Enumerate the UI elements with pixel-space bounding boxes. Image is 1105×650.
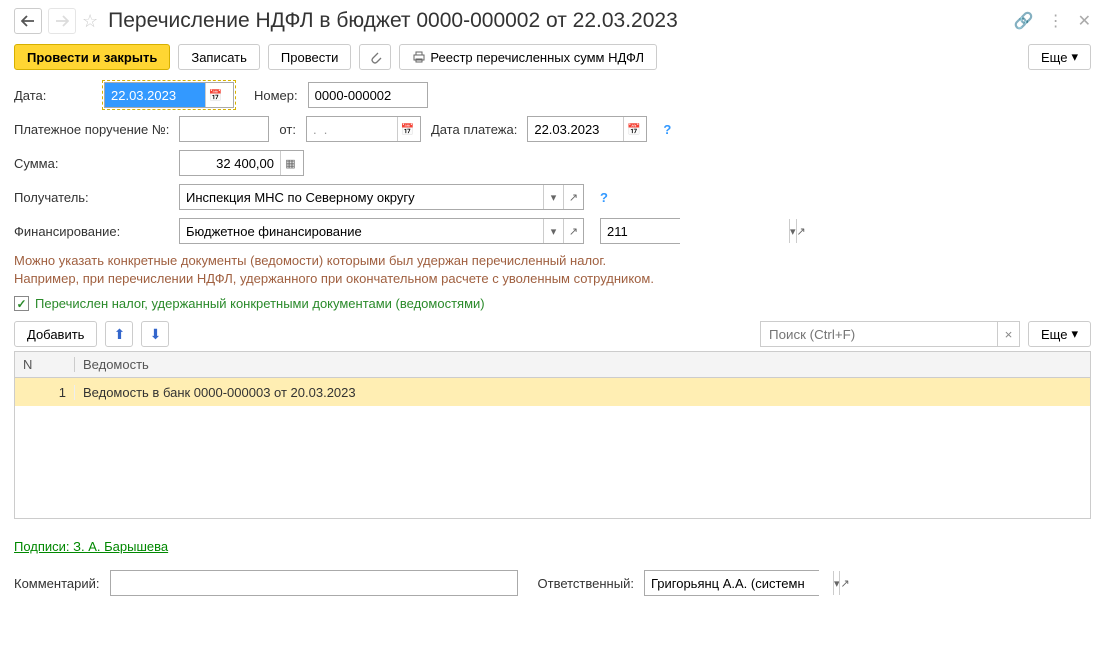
calendar-icon[interactable]: 📅: [205, 83, 225, 107]
favorite-icon[interactable]: ☆: [82, 11, 98, 32]
col-n[interactable]: N: [15, 357, 75, 372]
calc-icon[interactable]: ▦: [280, 151, 300, 175]
menu-icon[interactable]: ⋮: [1048, 11, 1064, 31]
add-button[interactable]: Добавить: [14, 321, 97, 347]
from-field[interactable]: 📅: [306, 116, 421, 142]
recipient-field[interactable]: ▾ ↗: [179, 184, 584, 210]
table-row[interactable]: 1 Ведомость в банк 0000-000003 от 20.03.…: [15, 378, 1090, 406]
search-field[interactable]: ×: [760, 321, 1020, 347]
nav-back[interactable]: [14, 8, 42, 34]
number-field[interactable]: [308, 82, 428, 108]
link-icon[interactable]: 🔗: [1014, 11, 1034, 31]
sum-label: Сумма:: [14, 156, 169, 171]
from-label: от:: [279, 122, 296, 137]
comment-label: Комментарий:: [14, 576, 100, 591]
open-icon[interactable]: ↗: [563, 185, 583, 209]
responsible-field[interactable]: ▾ ↗: [644, 570, 819, 596]
date-input[interactable]: [105, 83, 205, 107]
chevron-down-icon: ▾: [1071, 49, 1078, 65]
help-icon[interactable]: ?: [663, 122, 671, 137]
number-input[interactable]: [309, 83, 427, 107]
print-icon: [412, 50, 426, 64]
date-field[interactable]: 📅: [104, 82, 234, 108]
financing-field[interactable]: ▾ ↗: [179, 218, 584, 244]
cell-n: 1: [15, 385, 75, 400]
checkbox-label: Перечислен налог, удержанный конкретными…: [35, 296, 485, 311]
clip-icon: [368, 50, 382, 64]
calendar-icon[interactable]: 📅: [623, 117, 643, 141]
from-input[interactable]: [307, 117, 397, 141]
page-title: Перечисление НДФЛ в бюджет 0000-000002 о…: [108, 9, 1008, 33]
order-label: Платежное поручение №:: [14, 122, 169, 137]
signature-link[interactable]: Подписи: З. А. Барышева: [14, 539, 168, 554]
payment-date-label: Дата платежа:: [431, 122, 517, 137]
sum-input[interactable]: [180, 151, 280, 175]
save-button[interactable]: Записать: [178, 44, 260, 70]
search-input[interactable]: [761, 322, 997, 346]
responsible-label: Ответственный:: [538, 576, 634, 591]
order-input[interactable]: [180, 117, 268, 141]
table-more-button[interactable]: Еще ▾: [1028, 321, 1091, 347]
chevron-down-icon: ▾: [1071, 326, 1078, 342]
date-label: Дата:: [14, 88, 94, 103]
financing-label: Финансирование:: [14, 224, 169, 239]
submit-button[interactable]: Провести и закрыть: [14, 44, 170, 70]
hint-text: Можно указать конкретные документы (ведо…: [14, 252, 1091, 288]
post-button[interactable]: Провести: [268, 44, 352, 70]
specific-docs-checkbox[interactable]: ✓: [14, 296, 29, 311]
open-icon[interactable]: ↗: [796, 219, 806, 243]
open-icon[interactable]: ↗: [839, 571, 849, 595]
code-input[interactable]: [601, 219, 789, 243]
sum-field[interactable]: ▦: [179, 150, 304, 176]
vedomost-table: N Ведомость 1 Ведомость в банк 0000-0000…: [14, 351, 1091, 519]
more-button[interactable]: Еще ▾: [1028, 44, 1091, 70]
open-icon[interactable]: ↗: [563, 219, 583, 243]
code-field[interactable]: ▾ ↗: [600, 218, 680, 244]
clear-search-icon[interactable]: ×: [997, 322, 1019, 346]
recipient-input[interactable]: [180, 185, 543, 209]
move-up-button[interactable]: ⬆: [105, 321, 133, 347]
order-field[interactable]: [179, 116, 269, 142]
payment-date-field[interactable]: 📅: [527, 116, 647, 142]
attach-button[interactable]: [359, 44, 391, 70]
arrow-left-icon: [21, 15, 35, 27]
close-icon[interactable]: ✕: [1078, 11, 1091, 31]
nav-forward[interactable]: [48, 8, 76, 34]
financing-input[interactable]: [180, 219, 543, 243]
payment-date-input[interactable]: [528, 117, 623, 141]
cell-vedomost: Ведомость в банк 0000-000003 от 20.03.20…: [75, 385, 1090, 400]
responsible-input[interactable]: [645, 571, 833, 595]
number-label: Номер:: [254, 88, 298, 103]
registry-button[interactable]: Реестр перечисленных сумм НДФЛ: [399, 44, 657, 70]
move-down-button[interactable]: ⬇: [141, 321, 169, 347]
comment-field[interactable]: [110, 570, 518, 596]
recipient-label: Получатель:: [14, 190, 169, 205]
calendar-icon[interactable]: 📅: [397, 117, 417, 141]
comment-input[interactable]: [111, 571, 517, 595]
help-icon[interactable]: ?: [600, 190, 608, 205]
col-vedomost[interactable]: Ведомость: [75, 357, 1090, 372]
chevron-down-icon[interactable]: ▾: [543, 185, 563, 209]
chevron-down-icon[interactable]: ▾: [543, 219, 563, 243]
arrow-right-icon: [55, 15, 69, 27]
